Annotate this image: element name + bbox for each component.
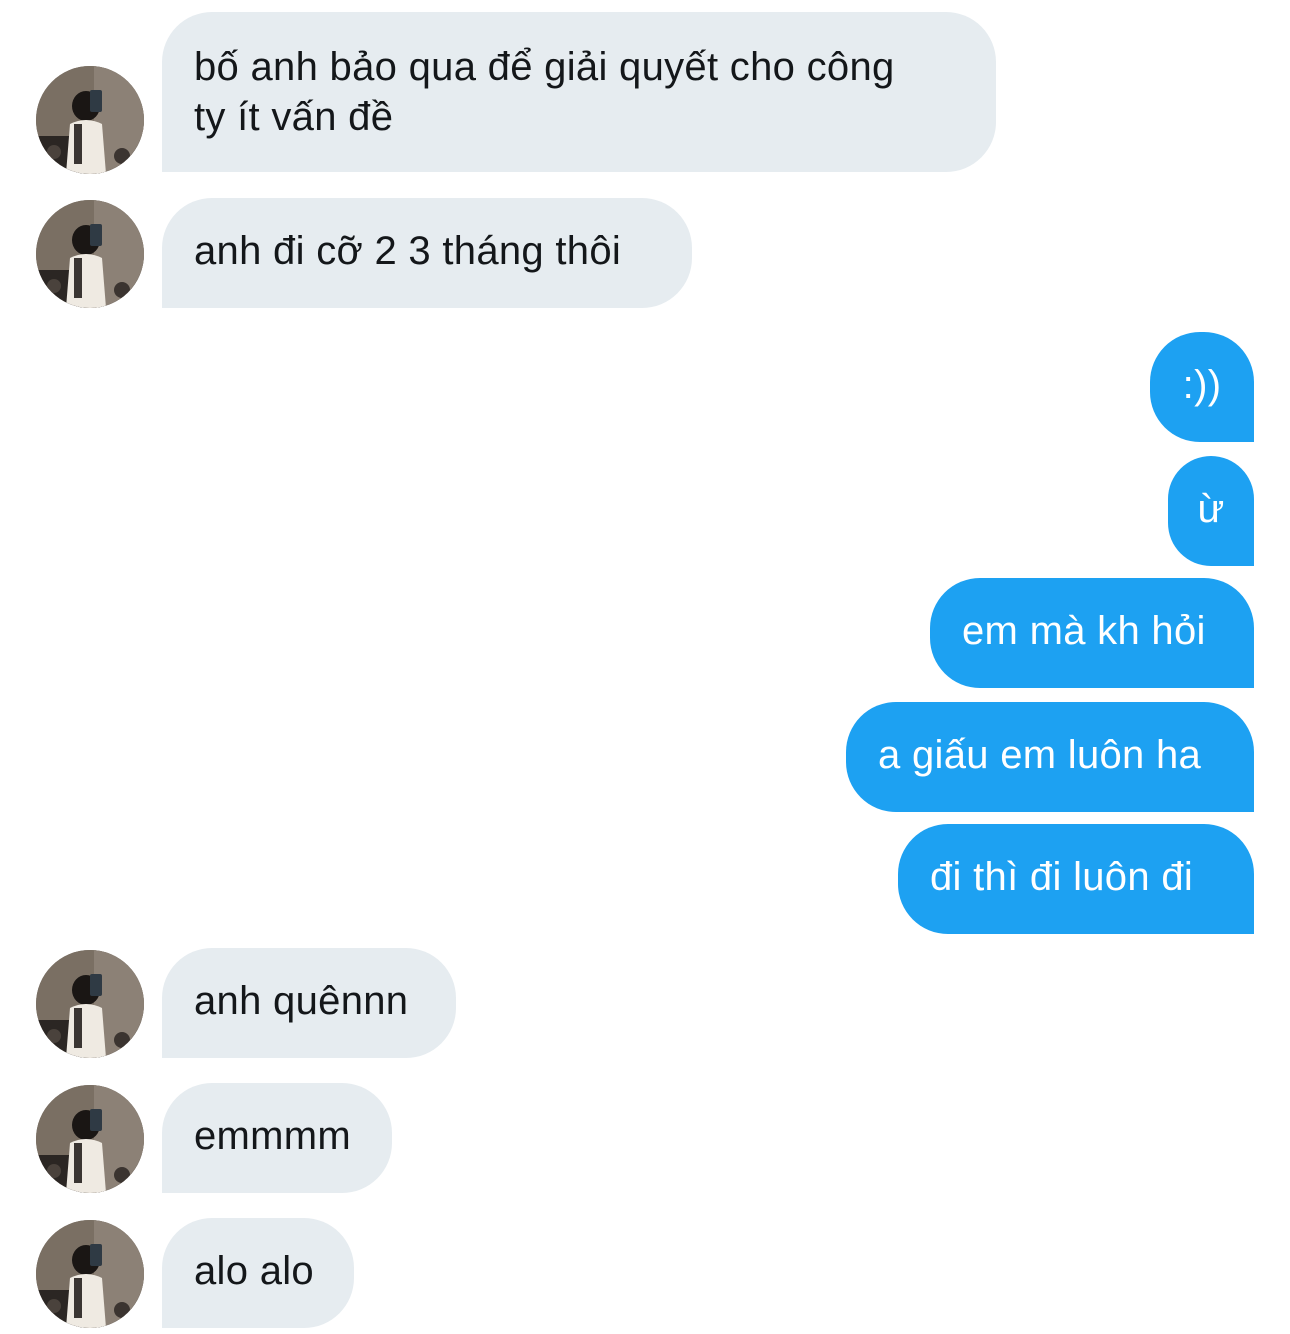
incoming-message-bubble[interactable]: bố anh bảo qua để giải quyết cho công ty… [162,12,996,172]
outgoing-message-bubble[interactable]: a giấu em luôn ha [846,702,1254,812]
sender-avatar[interactable] [36,1085,144,1193]
incoming-message-bubble[interactable]: anh quênnn [162,948,456,1058]
chat-screen: { "conversation": { "messages": [ { "dir… [0,0,1290,1334]
avatar-photo-icon [36,1085,144,1193]
sender-avatar[interactable] [36,66,144,174]
avatar-photo-icon [36,200,144,308]
avatar-photo-icon [36,950,144,1058]
outgoing-message-bubble[interactable]: ừ [1168,456,1254,566]
incoming-message-bubble[interactable]: emmmm [162,1083,392,1193]
outgoing-message-bubble[interactable]: em mà kh hỏi [930,578,1254,688]
avatar-photo-icon [36,66,144,174]
avatar-photo-icon [36,1220,144,1328]
outgoing-message-bubble[interactable]: :)) [1150,332,1254,442]
outgoing-message-bubble[interactable]: đi thì đi luôn đi [898,824,1254,934]
sender-avatar[interactable] [36,1220,144,1328]
incoming-message-bubble[interactable]: anh đi cỡ 2 3 tháng thôi [162,198,692,308]
sender-avatar[interactable] [36,200,144,308]
sender-avatar[interactable] [36,950,144,1058]
incoming-message-bubble[interactable]: alo alo [162,1218,354,1328]
